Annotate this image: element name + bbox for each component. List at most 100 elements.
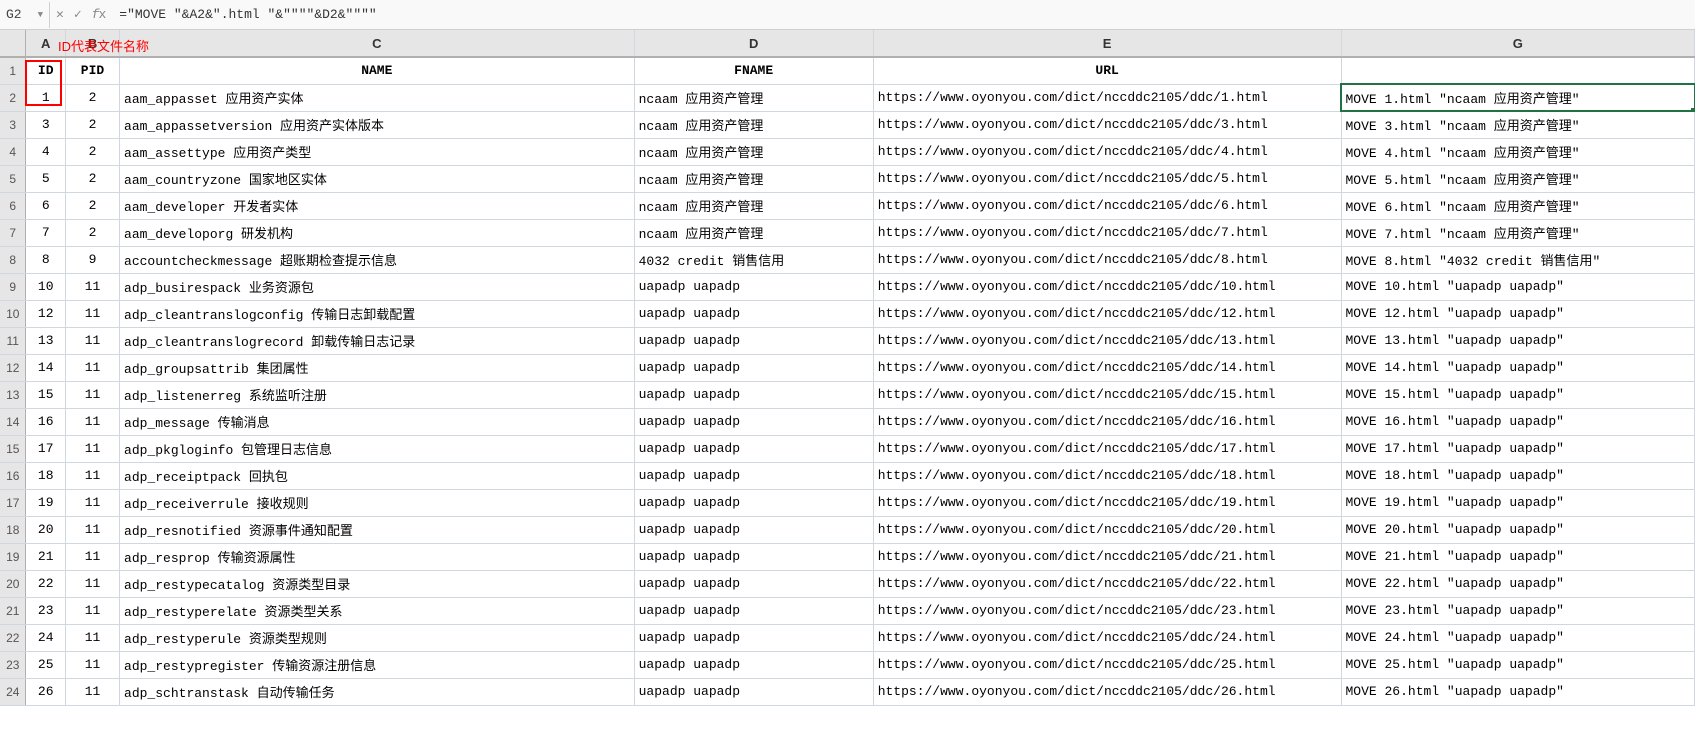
cell-pid[interactable]: 2	[65, 84, 119, 111]
col-header-D[interactable]: D	[634, 30, 873, 57]
cell-pid[interactable]: 11	[65, 624, 119, 651]
cell-formula-output[interactable]: MOVE 14.html "uapadp uapadp"	[1341, 354, 1695, 381]
cell-name[interactable]: accountcheckmessage 超账期检查提示信息	[120, 246, 635, 273]
header-pid[interactable]: PID	[65, 57, 119, 84]
cell-name[interactable]: adp_restyperelate 资源类型关系	[120, 597, 635, 624]
cell-formula-output[interactable]: MOVE 3.html "ncaam 应用资产管理"	[1341, 111, 1695, 138]
cell-url[interactable]: https://www.oyonyou.com/dict/nccddc2105/…	[873, 381, 1341, 408]
cell-url[interactable]: https://www.oyonyou.com/dict/nccddc2105/…	[873, 327, 1341, 354]
cell-pid[interactable]: 11	[65, 678, 119, 705]
cell-name[interactable]: aam_countryzone 国家地区实体	[120, 165, 635, 192]
header-g[interactable]	[1341, 57, 1695, 84]
row-header[interactable]: 20	[0, 570, 26, 597]
cell-formula-output[interactable]: MOVE 24.html "uapadp uapadp"	[1341, 624, 1695, 651]
cell-name[interactable]: adp_restyperule 资源类型规则	[120, 624, 635, 651]
cell-pid[interactable]: 11	[65, 489, 119, 516]
row-header[interactable]: 6	[0, 192, 26, 219]
cell-pid[interactable]: 2	[65, 192, 119, 219]
cell-id[interactable]: 26	[26, 678, 66, 705]
cell-fname[interactable]: uapadp uapadp	[634, 597, 873, 624]
cell-fname[interactable]: ncaam 应用资产管理	[634, 219, 873, 246]
cell-url[interactable]: https://www.oyonyou.com/dict/nccddc2105/…	[873, 597, 1341, 624]
cell-name[interactable]: adp_receiptpack 回执包	[120, 462, 635, 489]
cell-url[interactable]: https://www.oyonyou.com/dict/nccddc2105/…	[873, 570, 1341, 597]
cell-pid[interactable]: 2	[65, 111, 119, 138]
cell-id[interactable]: 8	[26, 246, 66, 273]
cell-pid[interactable]: 11	[65, 597, 119, 624]
dropdown-icon[interactable]: ▼	[38, 10, 43, 20]
cell-url[interactable]: https://www.oyonyou.com/dict/nccddc2105/…	[873, 543, 1341, 570]
cell-name[interactable]: aam_appasset 应用资产实体	[120, 84, 635, 111]
cell-url[interactable]: https://www.oyonyou.com/dict/nccddc2105/…	[873, 624, 1341, 651]
cell-pid[interactable]: 11	[65, 570, 119, 597]
cell-url[interactable]: https://www.oyonyou.com/dict/nccddc2105/…	[873, 408, 1341, 435]
name-box[interactable]: G2 ▼	[0, 2, 50, 28]
cell-fname[interactable]: uapadp uapadp	[634, 570, 873, 597]
cell-formula-output[interactable]: MOVE 4.html "ncaam 应用资产管理"	[1341, 138, 1695, 165]
cell-name[interactable]: adp_resnotified 资源事件通知配置	[120, 516, 635, 543]
cell-fname[interactable]: uapadp uapadp	[634, 489, 873, 516]
cell-fname[interactable]: uapadp uapadp	[634, 300, 873, 327]
cell-id[interactable]: 24	[26, 624, 66, 651]
row-header[interactable]: 16	[0, 462, 26, 489]
cell-fname[interactable]: uapadp uapadp	[634, 678, 873, 705]
cell-name[interactable]: adp_listenerreg 系统监听注册	[120, 381, 635, 408]
cell-id[interactable]: 3	[26, 111, 66, 138]
col-header-E[interactable]: E	[873, 30, 1341, 57]
cell-pid[interactable]: 2	[65, 219, 119, 246]
cell-id[interactable]: 16	[26, 408, 66, 435]
cell-url[interactable]: https://www.oyonyou.com/dict/nccddc2105/…	[873, 273, 1341, 300]
cell-formula-output[interactable]: MOVE 26.html "uapadp uapadp"	[1341, 678, 1695, 705]
cell-name[interactable]: aam_appassetversion 应用资产实体版本	[120, 111, 635, 138]
cell-formula-output[interactable]: MOVE 5.html "ncaam 应用资产管理"	[1341, 165, 1695, 192]
select-all-corner[interactable]	[0, 30, 26, 57]
cell-id[interactable]: 4	[26, 138, 66, 165]
row-header[interactable]: 14	[0, 408, 26, 435]
cell-fname[interactable]: uapadp uapadp	[634, 354, 873, 381]
cell-formula-output[interactable]: MOVE 25.html "uapadp uapadp"	[1341, 651, 1695, 678]
cell-url[interactable]: https://www.oyonyou.com/dict/nccddc2105/…	[873, 651, 1341, 678]
cell-id[interactable]: 13	[26, 327, 66, 354]
cell-url[interactable]: https://www.oyonyou.com/dict/nccddc2105/…	[873, 219, 1341, 246]
cell-pid[interactable]: 11	[65, 651, 119, 678]
cell-fname[interactable]: uapadp uapadp	[634, 516, 873, 543]
cell-name[interactable]: adp_cleantranslogconfig 传输日志卸载配置	[120, 300, 635, 327]
cell-id[interactable]: 6	[26, 192, 66, 219]
cell-name[interactable]: adp_resprop 传输资源属性	[120, 543, 635, 570]
cell-id[interactable]: 10	[26, 273, 66, 300]
cell-pid[interactable]: 2	[65, 165, 119, 192]
cell-pid[interactable]: 11	[65, 408, 119, 435]
row-header[interactable]: 17	[0, 489, 26, 516]
cell-url[interactable]: https://www.oyonyou.com/dict/nccddc2105/…	[873, 246, 1341, 273]
cell-fname[interactable]: uapadp uapadp	[634, 381, 873, 408]
row-header[interactable]: 22	[0, 624, 26, 651]
cell-url[interactable]: https://www.oyonyou.com/dict/nccddc2105/…	[873, 462, 1341, 489]
cell-formula-output[interactable]: MOVE 13.html "uapadp uapadp"	[1341, 327, 1695, 354]
cell-fname[interactable]: uapadp uapadp	[634, 408, 873, 435]
row-header[interactable]: 9	[0, 273, 26, 300]
cell-fname[interactable]: ncaam 应用资产管理	[634, 192, 873, 219]
formula-input[interactable]: ="MOVE "&A2&".html "&""""&D2&""""	[111, 2, 1695, 28]
cell-url[interactable]: https://www.oyonyou.com/dict/nccddc2105/…	[873, 84, 1341, 111]
cell-url[interactable]: https://www.oyonyou.com/dict/nccddc2105/…	[873, 165, 1341, 192]
cell-url[interactable]: https://www.oyonyou.com/dict/nccddc2105/…	[873, 138, 1341, 165]
row-header[interactable]: 18	[0, 516, 26, 543]
cell-id[interactable]: 22	[26, 570, 66, 597]
cell-url[interactable]: https://www.oyonyou.com/dict/nccddc2105/…	[873, 435, 1341, 462]
cell-pid[interactable]: 9	[65, 246, 119, 273]
cell-pid[interactable]: 2	[65, 138, 119, 165]
row-header[interactable]: 15	[0, 435, 26, 462]
row-header[interactable]: 23	[0, 651, 26, 678]
cell-name[interactable]: adp_busirespack 业务资源包	[120, 273, 635, 300]
cell-name[interactable]: adp_schtranstask 自动传输任务	[120, 678, 635, 705]
cell-name[interactable]: adp_cleantranslogrecord 卸载传输日志记录	[120, 327, 635, 354]
cell-fname[interactable]: uapadp uapadp	[634, 327, 873, 354]
row-header[interactable]: 5	[0, 165, 26, 192]
cell-formula-output[interactable]: MOVE 20.html "uapadp uapadp"	[1341, 516, 1695, 543]
cell-name[interactable]: adp_restypecatalog 资源类型目录	[120, 570, 635, 597]
cell-formula-output[interactable]: MOVE 23.html "uapadp uapadp"	[1341, 597, 1695, 624]
cell-id[interactable]: 14	[26, 354, 66, 381]
cell-name[interactable]: adp_pkgloginfo 包管理日志信息	[120, 435, 635, 462]
cell-fname[interactable]: ncaam 应用资产管理	[634, 138, 873, 165]
cell-id[interactable]: 7	[26, 219, 66, 246]
